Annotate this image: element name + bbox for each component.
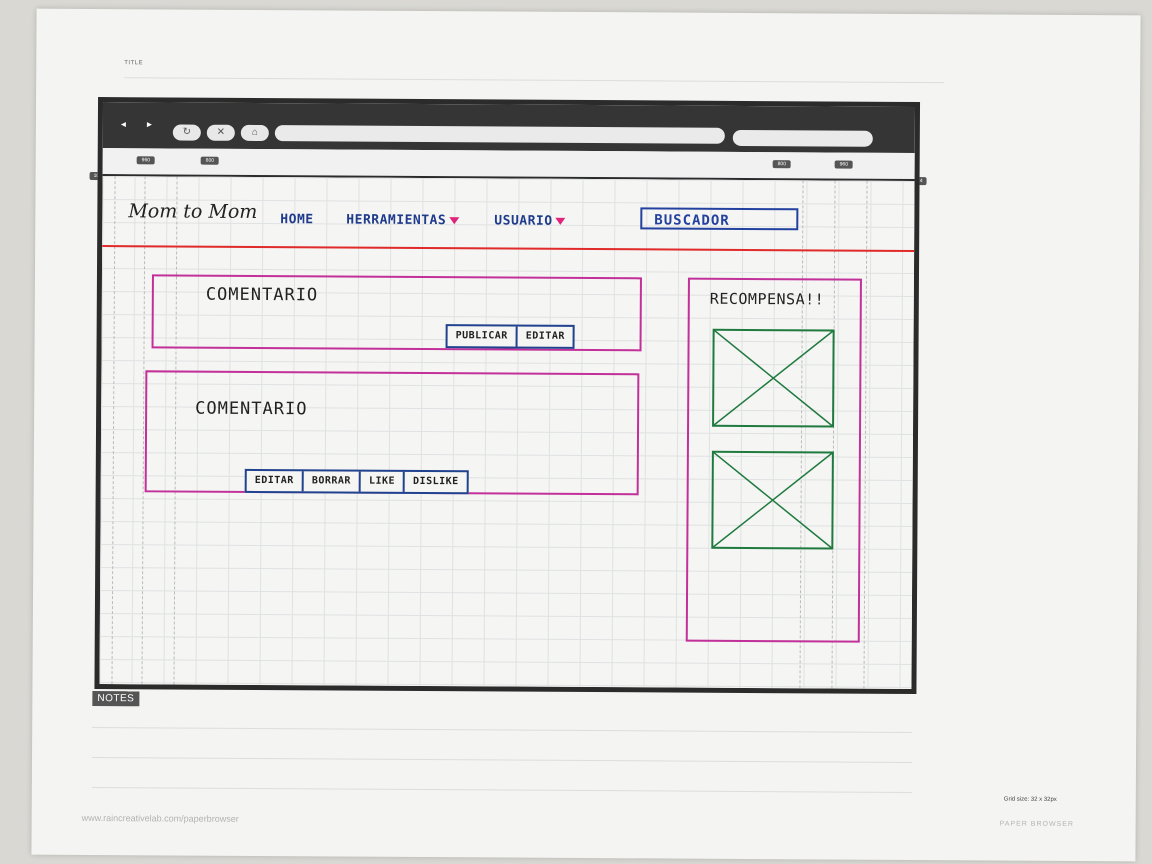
browser-search-bar[interactable] [732,129,873,147]
nav-home-label: HOME [280,212,314,228]
borrar-button[interactable]: BORRAR [303,471,362,492]
comment-box-2: COMENTARIO EDITAR BORRAR LIKE DISLIKE [144,370,640,496]
nav-usuario-label: USUARIO [494,213,553,229]
stop-icon[interactable]: ✕ [206,124,235,141]
browser-chrome: ◂ ▸ ↻ ✕ ⌂ [102,102,916,154]
page-content: Mom to Mom HOME HERRAMIENTAS USUARIO BUS… [99,176,915,689]
dislike-button[interactable]: DISLIKE [405,472,467,492]
ruler-tag-800-left: 800 [200,156,220,165]
comment-2-actions: EDITAR BORRAR LIKE DISLIKE [244,468,469,495]
nav-usuario[interactable]: USUARIO [494,213,566,229]
address-bar[interactable] [274,125,725,144]
note-line [91,786,912,793]
paper-sheet: TITLE 1024 1024 ◂ ▸ ↻ ✕ ⌂ 960 800 800 96… [31,8,1141,862]
nav-herramientas[interactable]: HERRAMIENTAS [346,212,460,229]
publicar-button[interactable]: PUBLICAR [447,326,518,347]
reward-image-placeholder-1[interactable] [711,328,836,429]
forward-arrow-icon[interactable]: ▸ [147,119,152,130]
comment-1-actions: PUBLICAR EDITAR [445,324,575,349]
note-line [92,756,913,763]
nav-herramientas-label: HERRAMIENTAS [346,212,447,229]
sheet-title-label: TITLE [124,60,144,67]
reward-panel: RECOMPENSA!! [685,277,862,643]
brand-label: PAPER BROWSER [999,820,1074,828]
back-arrow-icon[interactable]: ◂ [121,119,126,130]
notes-label: NOTES [92,690,140,707]
like-button[interactable]: LIKE [360,471,406,492]
grid-size-label: Grid size: 32 x 32px [1003,796,1057,803]
search-input[interactable]: BUSCADOR [640,207,799,231]
guide-1024-left [111,176,116,685]
reward-image-placeholder-2[interactable] [710,450,835,551]
title-line [124,77,945,84]
ruler-tag-800-right: 800 [772,160,792,169]
nav-home[interactable]: HOME [280,212,313,227]
comment-box-1: COMENTARIO PUBLICAR EDITAR [151,274,642,352]
editar-button[interactable]: EDITAR [246,470,304,492]
dropdown-caret-icon [449,217,460,225]
comment-label: COMENTARIO [205,284,319,306]
site-logo[interactable]: Mom to Mom [128,200,257,223]
ruler-tag-960-left: 960 [136,156,156,165]
reward-title: RECOMPENSA!! [709,289,825,309]
dropdown-caret-icon [555,217,566,225]
guide-1024-right [863,180,868,689]
footer-url: www.raincreativelab.com/paperbrowser [81,812,239,824]
comment-label: COMENTARIO [195,398,308,420]
reload-icon[interactable]: ↻ [172,124,201,141]
editar-button[interactable]: EDITAR [518,327,573,347]
browser-window: ◂ ▸ ↻ ✕ ⌂ 960 800 800 960 Mom to Mom HOM… [94,97,921,695]
header-divider [102,245,915,253]
ruler-tag-960-right: 960 [834,160,854,169]
home-icon[interactable]: ⌂ [240,124,269,142]
note-line [92,726,913,733]
